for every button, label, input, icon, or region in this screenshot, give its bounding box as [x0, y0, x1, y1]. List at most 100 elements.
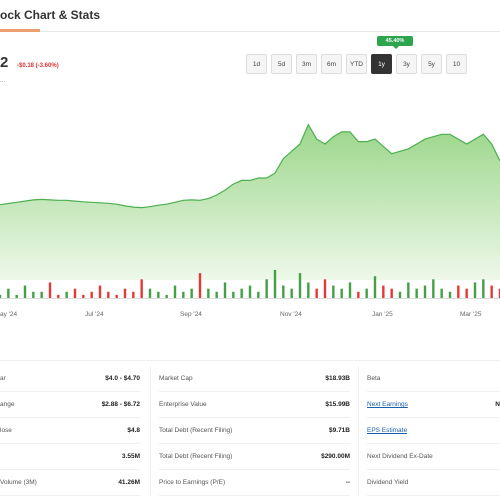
volume-bar	[457, 285, 460, 298]
stat-label: Total Debt (Recent Filing)	[159, 453, 233, 460]
stat-value: $15.99B	[325, 401, 350, 408]
volume-bar	[448, 291, 452, 298]
volume-bar	[440, 288, 443, 298]
volume-bar	[415, 288, 418, 298]
stat-row: Dividend Yield	[367, 470, 500, 496]
stat-label: Price to Earnings (P/E)	[159, 479, 226, 486]
stat-value: $9.71B	[329, 427, 350, 434]
stat-label: Market Cap	[159, 375, 193, 382]
range-button-6m[interactable]: 6m	[321, 54, 342, 74]
stat-label: ar	[0, 375, 6, 382]
x-tick-label: Jan '25	[372, 311, 393, 318]
volume-bar	[398, 291, 402, 298]
stat-label: ange	[0, 401, 15, 408]
volume-bar	[323, 279, 327, 298]
stat-row: Beta	[367, 366, 500, 392]
volume-bar	[290, 288, 293, 298]
volume-bar	[390, 288, 393, 298]
stat-value: 41.26M	[118, 479, 140, 486]
stat-row: Next Earnings N	[367, 392, 500, 418]
volume-bar	[32, 291, 35, 298]
volume-bar	[157, 291, 160, 298]
stat-label: lose	[0, 427, 12, 434]
x-tick-label: Jul '24	[85, 311, 104, 318]
volume-bar	[132, 291, 135, 298]
volume-bar	[298, 273, 302, 298]
stat-label: Volume (3M)	[0, 479, 37, 486]
stats-column-trading: ar $4.0 - $4.70 ange $2.88 - $6.72 lose $4.8 3…	[0, 366, 140, 496]
volume-bar	[223, 282, 227, 298]
volume-bar	[465, 288, 468, 298]
volume-bar	[198, 273, 202, 298]
stat-value: 3.55M	[121, 453, 140, 460]
range-button-5d[interactable]: 5d	[271, 54, 292, 74]
stat-row: Total Debt (Recent Filing) $9.71B	[159, 418, 350, 444]
volume-bar	[265, 279, 268, 298]
range-button-5y[interactable]: 5y	[421, 54, 442, 74]
volume-bar	[365, 288, 368, 298]
price-chart[interactable]	[0, 90, 500, 310]
volume-bar	[23, 285, 27, 298]
volume-bar	[432, 279, 435, 298]
volume-bar	[407, 282, 410, 298]
range-button-1y[interactable]: 1y	[371, 54, 392, 74]
range-button-3m[interactable]: 3m	[296, 54, 317, 74]
stat-label: Total Debt (Recent Filing)	[159, 427, 233, 434]
volume-bar	[73, 288, 77, 298]
volume-bar	[307, 282, 310, 298]
x-tick-label: Sep '24	[180, 311, 202, 318]
price-area-fill	[0, 124, 500, 280]
stat-label[interactable]: Next Earnings	[367, 401, 408, 408]
volume-bar	[15, 294, 18, 298]
stat-label[interactable]: EPS Estimate	[367, 427, 407, 434]
stats-divider	[0, 360, 500, 361]
price-change: -$0.18 (-3.60%)	[17, 63, 59, 69]
volume-bar	[282, 285, 285, 298]
stat-value: $2.88 - $6.72	[101, 401, 140, 408]
x-tick-label: Nov '24	[280, 311, 302, 318]
volume-bar	[0, 294, 2, 298]
stat-value: N	[495, 401, 500, 408]
volume-bar	[423, 285, 427, 298]
volume-bar	[215, 291, 218, 298]
range-button-3y[interactable]: 3y	[396, 54, 417, 74]
volume-bar	[248, 285, 252, 298]
volume-bar	[373, 276, 377, 298]
volume-bar	[257, 291, 260, 298]
volume-bar	[98, 285, 102, 298]
volume-bar	[82, 294, 85, 298]
range-button-1d[interactable]: 1d	[246, 54, 267, 74]
stats-table: ar $4.0 - $4.70 ange $2.88 - $6.72 lose $4.8 3…	[0, 366, 500, 500]
stat-row: Total Debt (Recent Filing) $290.00M	[159, 444, 350, 470]
volume-bar	[482, 279, 485, 298]
chart-header: ock Chart & Stats	[0, 0, 500, 32]
stat-row: Enterprise Value $15.99B	[159, 392, 350, 418]
volume-bar	[65, 291, 68, 298]
volume-bar	[7, 288, 10, 298]
volume-bar	[140, 279, 143, 298]
volume-bar	[90, 291, 93, 298]
stat-row: Price to Earnings (P/E) --	[159, 470, 350, 496]
volume-bar	[473, 282, 477, 298]
volume-bar	[273, 270, 277, 298]
volume-bar	[107, 291, 110, 298]
range-button-10[interactable]: 10	[446, 54, 467, 74]
stats-column-valuation: Market Cap $18.93B Enterprise Value $15.99B…	[150, 366, 350, 496]
volume-bar	[315, 288, 318, 298]
stat-row: Market Cap $18.93B	[159, 366, 350, 392]
stat-label: Dividend Yield	[367, 479, 409, 486]
stat-value: $18.93B	[325, 375, 350, 382]
stat-label: Beta	[367, 375, 381, 382]
stat-row: ar $4.0 - $4.70	[0, 366, 140, 392]
volume-bar	[207, 288, 210, 298]
volume-bar	[332, 285, 335, 298]
volume-bar	[182, 291, 185, 298]
title-underline-accent	[0, 29, 40, 32]
stat-row: 3.55M	[0, 444, 140, 470]
stat-value: $290.00M	[321, 453, 350, 460]
page-title: ock Chart & Stats	[0, 8, 101, 22]
volume-bar	[490, 285, 493, 298]
stat-value: --	[345, 479, 350, 486]
range-button-ytd[interactable]: YTD	[346, 54, 367, 74]
volume-bar	[357, 291, 360, 298]
